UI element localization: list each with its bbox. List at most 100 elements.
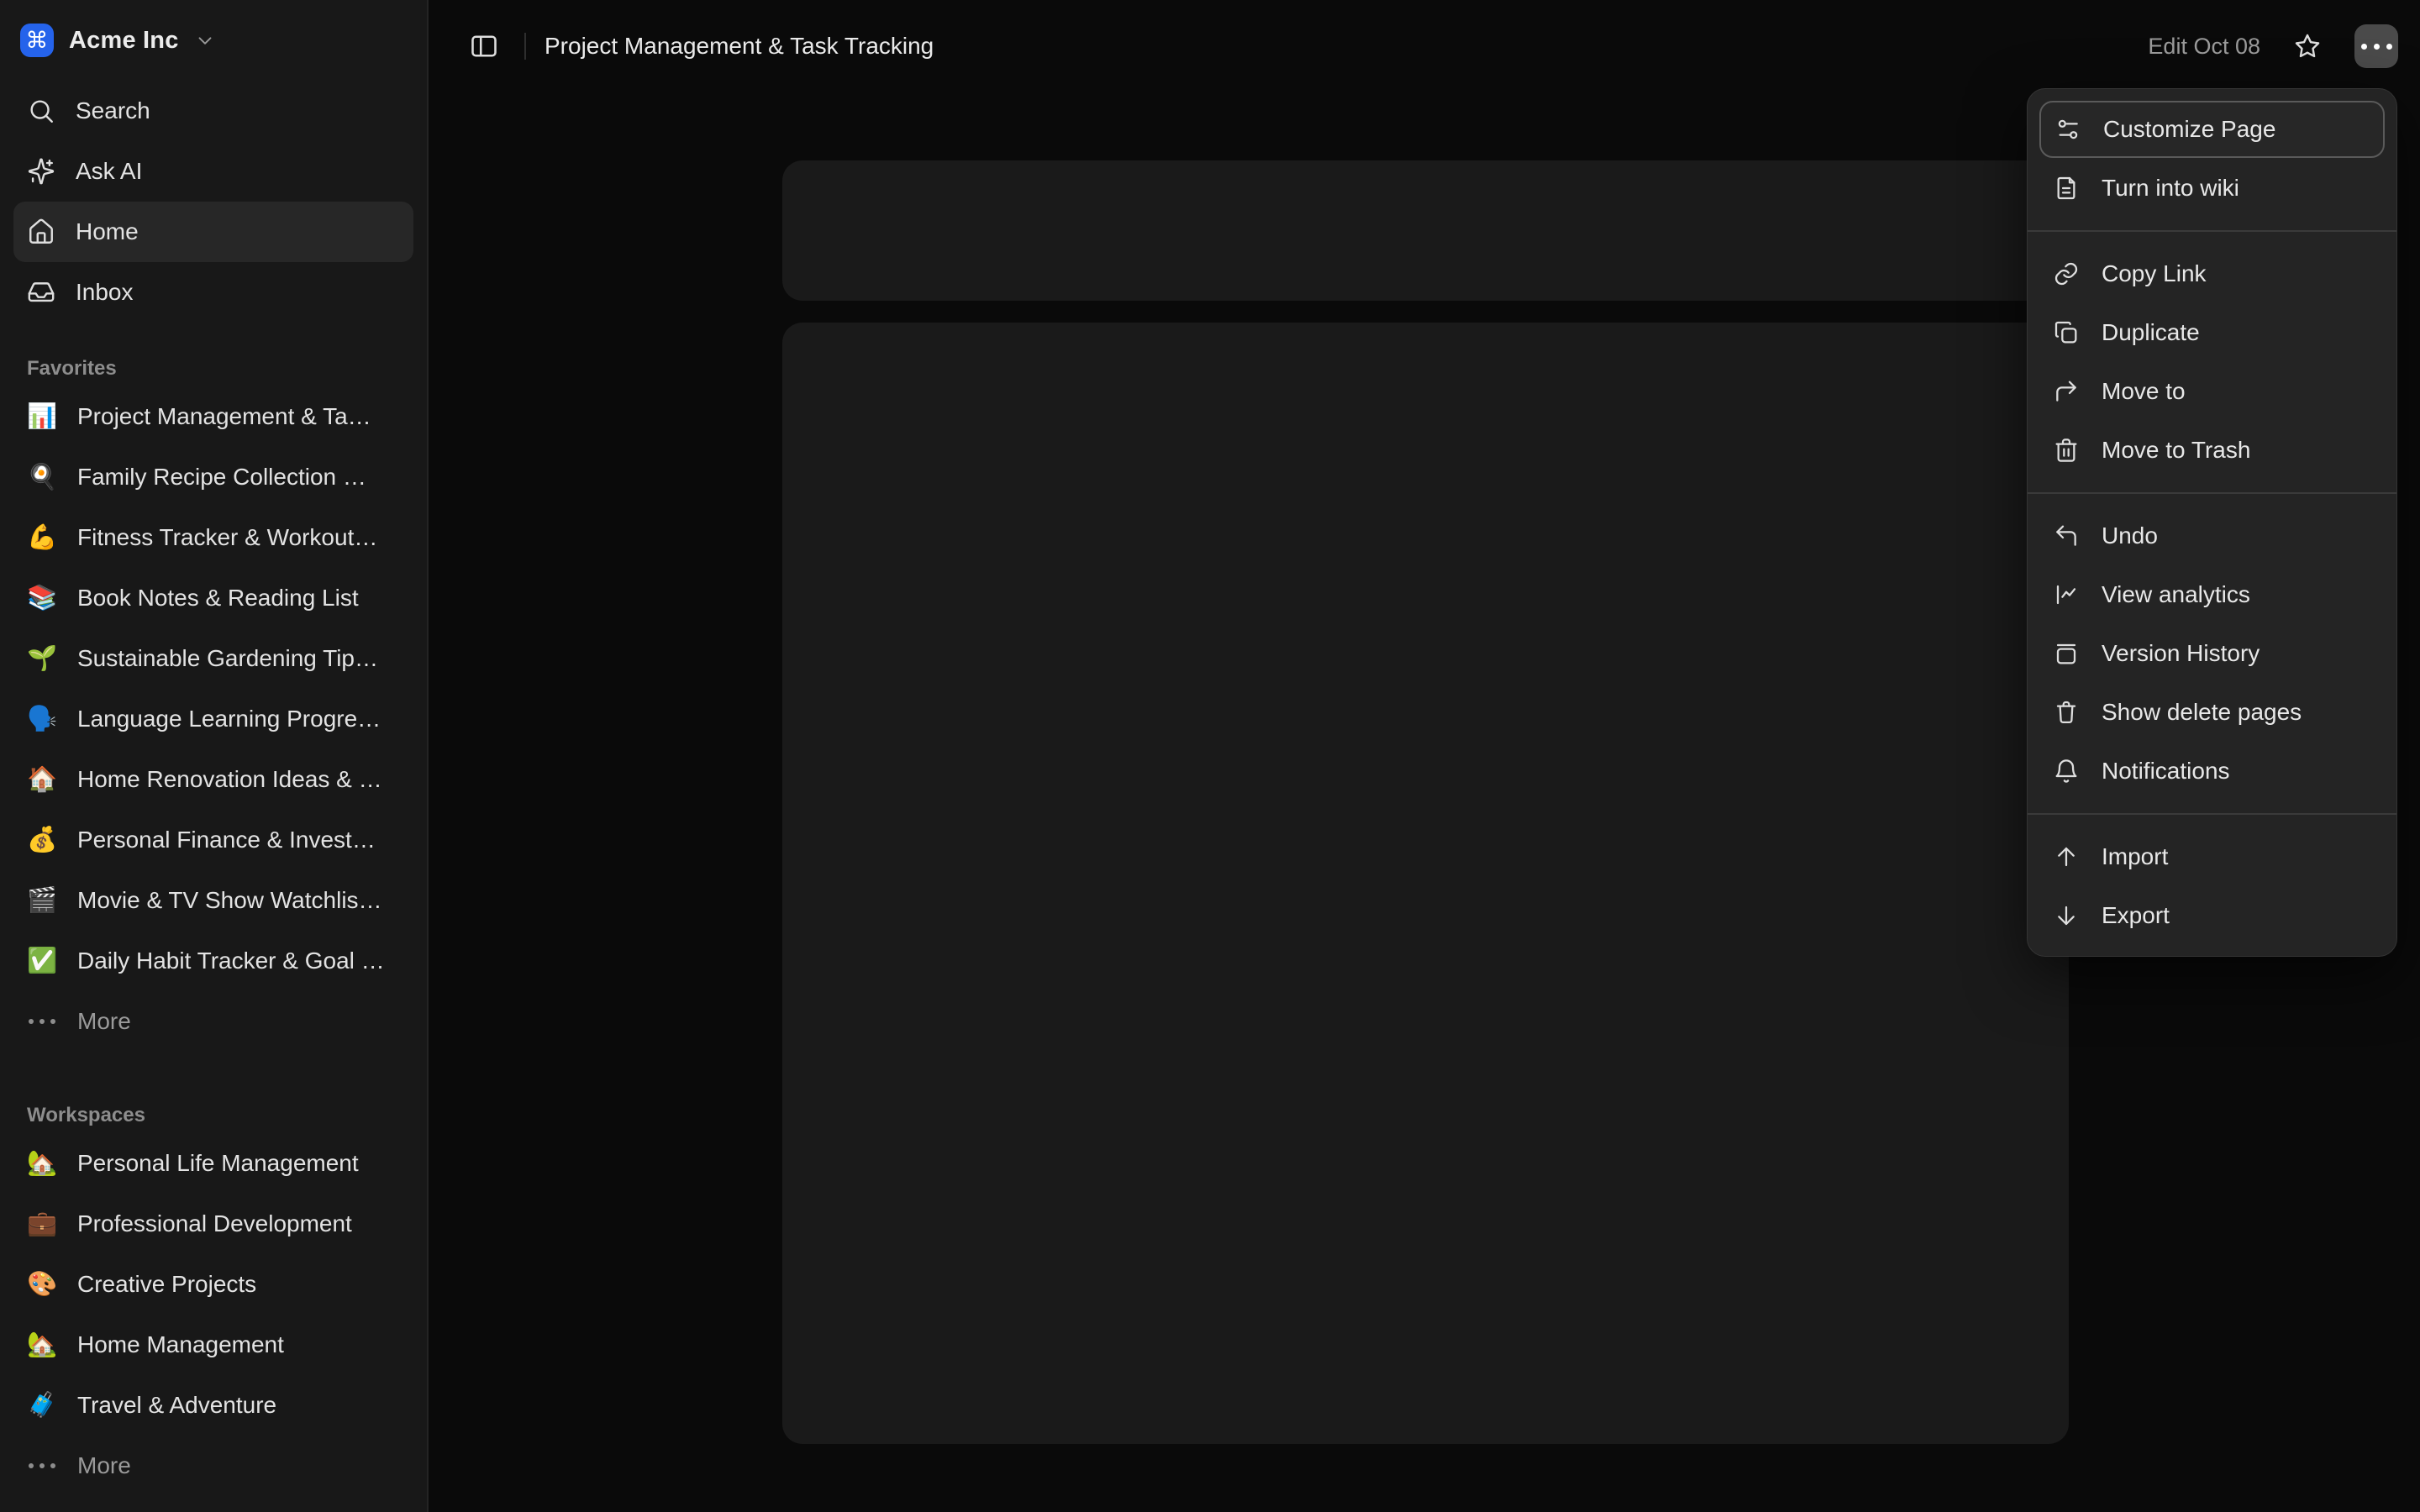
sidebar-item-workspace[interactable]: 🧳 Travel & Adventure bbox=[13, 1375, 413, 1436]
workspaces-section-label: Workspaces bbox=[0, 1098, 427, 1133]
panel-left-icon bbox=[469, 31, 499, 61]
sidebar-item-label: Home bbox=[76, 218, 139, 245]
menu-item-label: Copy Link bbox=[2102, 260, 2207, 287]
menu-item-label: Version History bbox=[2102, 640, 2260, 667]
page-content-block bbox=[782, 323, 2069, 1444]
link-icon bbox=[2053, 260, 2080, 287]
page-title-label: Movie & TV Show Watchlis… bbox=[77, 887, 382, 914]
trash-simple-icon bbox=[2053, 699, 2080, 726]
more-label: More bbox=[77, 1008, 131, 1035]
menu-item-label: Show delete pages bbox=[2102, 699, 2302, 726]
menu-divider bbox=[2028, 813, 2396, 815]
sidebar-toggle-button[interactable] bbox=[462, 24, 506, 68]
sidebar-item-favorite[interactable]: 🎬 Movie & TV Show Watchlis… bbox=[13, 870, 413, 931]
page-title-label: Professional Development bbox=[77, 1210, 352, 1237]
topbar: Project Management & Task Tracking Edit … bbox=[430, 0, 2420, 92]
page-title-label: Creative Projects bbox=[77, 1271, 256, 1298]
ellipsis-icon bbox=[27, 1463, 57, 1468]
copy-icon bbox=[2053, 319, 2080, 346]
sidebar-item-workspace[interactable]: 🏡 Home Management bbox=[13, 1315, 413, 1375]
menu-item-show-delete-pages[interactable]: Show delete pages bbox=[2039, 684, 2385, 741]
sidebar-item-favorite[interactable]: ✅ Daily Habit Tracker & Goal … bbox=[13, 931, 413, 991]
menu-item-version-history[interactable]: Version History bbox=[2039, 625, 2385, 682]
menu-item-label: Notifications bbox=[2102, 758, 2230, 785]
sidebar-item-label: Inbox bbox=[76, 279, 134, 306]
sidebar-item-favorite[interactable]: 💪 Fitness Tracker & Workout… bbox=[13, 507, 413, 568]
favorites-section-label: Favorites bbox=[0, 351, 427, 386]
page-title-label: Family Recipe Collection … bbox=[77, 464, 366, 491]
sidebar-item-label: Search bbox=[76, 97, 150, 124]
menu-item-copy-link[interactable]: Copy Link bbox=[2039, 245, 2385, 302]
menu-item-undo[interactable]: Undo bbox=[2039, 507, 2385, 564]
favorites-more-button[interactable]: More bbox=[13, 991, 413, 1052]
sidebar-item-workspace[interactable]: 🎨 Creative Projects bbox=[13, 1254, 413, 1315]
sliders-icon bbox=[2054, 116, 2081, 143]
menu-item-label: Export bbox=[2102, 902, 2170, 929]
page-options-button[interactable] bbox=[2354, 24, 2398, 68]
page-title-label: Home Management bbox=[77, 1331, 284, 1358]
menu-item-label: Undo bbox=[2102, 522, 2158, 549]
page-title-label: Personal Life Management bbox=[77, 1150, 359, 1177]
home-icon bbox=[27, 218, 55, 246]
menu-item-duplicate[interactable]: Duplicate bbox=[2039, 304, 2385, 361]
sidebar-item-workspace[interactable]: 🏡 Personal Life Management bbox=[13, 1133, 413, 1194]
sidebar-item-favorite[interactable]: 🍳 Family Recipe Collection … bbox=[13, 447, 413, 507]
page-emoji: 🎬 bbox=[27, 889, 57, 913]
menu-item-notifications[interactable]: Notifications bbox=[2039, 743, 2385, 800]
page-title-label: Daily Habit Tracker & Goal … bbox=[77, 948, 385, 974]
corner-up-right-icon bbox=[2053, 378, 2080, 405]
menu-divider bbox=[2028, 492, 2396, 494]
menu-item-label: View analytics bbox=[2102, 581, 2250, 608]
page-emoji: 🍳 bbox=[27, 465, 57, 490]
page-title-label: Home Renovation Ideas & … bbox=[77, 766, 382, 793]
sidebar-item-home[interactable]: Home bbox=[13, 202, 413, 262]
menu-divider bbox=[2028, 230, 2396, 232]
page-emoji: 💪 bbox=[27, 526, 57, 550]
menu-item-turn-into-wiki[interactable]: Turn into wiki bbox=[2039, 160, 2385, 217]
page-emoji: 🌱 bbox=[27, 647, 57, 671]
sidebar-item-workspace[interactable]: 💼 Professional Development bbox=[13, 1194, 413, 1254]
menu-item-export[interactable]: Export bbox=[2039, 887, 2385, 944]
page-title-label: Language Learning Progre… bbox=[77, 706, 381, 732]
sidebar-item-favorite[interactable]: 🏠 Home Renovation Ideas & … bbox=[13, 749, 413, 810]
workspaces-more-button[interactable]: More bbox=[13, 1436, 413, 1496]
sidebar-item-favorite[interactable]: 🌱 Sustainable Gardening Tip… bbox=[13, 628, 413, 689]
sidebar-item-favorite[interactable]: 📊 Project Management & Ta… bbox=[13, 386, 413, 447]
menu-item-move-to[interactable]: Move to bbox=[2039, 363, 2385, 420]
search-icon bbox=[27, 97, 55, 125]
chevron-down-icon bbox=[194, 29, 216, 51]
menu-item-label: Move to bbox=[2102, 378, 2186, 405]
sidebar-item-favorite[interactable]: 🗣️ Language Learning Progre… bbox=[13, 689, 413, 749]
command-icon: ⌘ bbox=[26, 28, 49, 54]
menu-item-move-to-trash[interactable]: Move to Trash bbox=[2039, 422, 2385, 479]
menu-item-label: Duplicate bbox=[2102, 319, 2200, 346]
page-emoji: 🗣️ bbox=[27, 707, 57, 732]
menu-item-label: Customize Page bbox=[2103, 116, 2275, 143]
sidebar-item-favorite[interactable]: 💰 Personal Finance & Invest… bbox=[13, 810, 413, 870]
sidebar-item-inbox[interactable]: Inbox bbox=[13, 262, 413, 323]
page-emoji: 🏠 bbox=[27, 768, 57, 792]
menu-item-customize-page[interactable]: Customize Page bbox=[2039, 101, 2385, 158]
trash-icon bbox=[2053, 437, 2080, 464]
sidebar-item-search[interactable]: Search bbox=[13, 81, 413, 141]
bell-icon bbox=[2053, 758, 2080, 785]
menu-item-label: Turn into wiki bbox=[2102, 175, 2239, 202]
favorite-star-button[interactable] bbox=[2286, 24, 2329, 68]
topbar-divider bbox=[524, 33, 526, 60]
page-title-label: Book Notes & Reading List bbox=[77, 585, 359, 612]
workspace-name: Acme Inc bbox=[69, 27, 179, 55]
page-header-block bbox=[782, 160, 2069, 301]
undo-icon bbox=[2053, 522, 2080, 549]
page-emoji: 📚 bbox=[27, 586, 57, 611]
page-title-label: Project Management & Ta… bbox=[77, 403, 371, 430]
menu-item-import[interactable]: Import bbox=[2039, 828, 2385, 885]
workspace-switcher[interactable]: ⌘ Acme Inc bbox=[0, 0, 427, 81]
sidebar: ⌘ Acme Inc Search Ask AI Home Inbox Favo… bbox=[0, 0, 429, 1512]
sidebar-item-favorite[interactable]: 📚 Book Notes & Reading List bbox=[13, 568, 413, 628]
page-emoji: 🧳 bbox=[27, 1394, 57, 1418]
page-title-label: Fitness Tracker & Workout… bbox=[77, 524, 377, 551]
menu-item-view-analytics[interactable]: View analytics bbox=[2039, 566, 2385, 623]
page-emoji: 🏡 bbox=[27, 1152, 57, 1176]
sidebar-item-ask-ai[interactable]: Ask AI bbox=[13, 141, 413, 202]
page-title: Project Management & Task Tracking bbox=[544, 33, 934, 60]
